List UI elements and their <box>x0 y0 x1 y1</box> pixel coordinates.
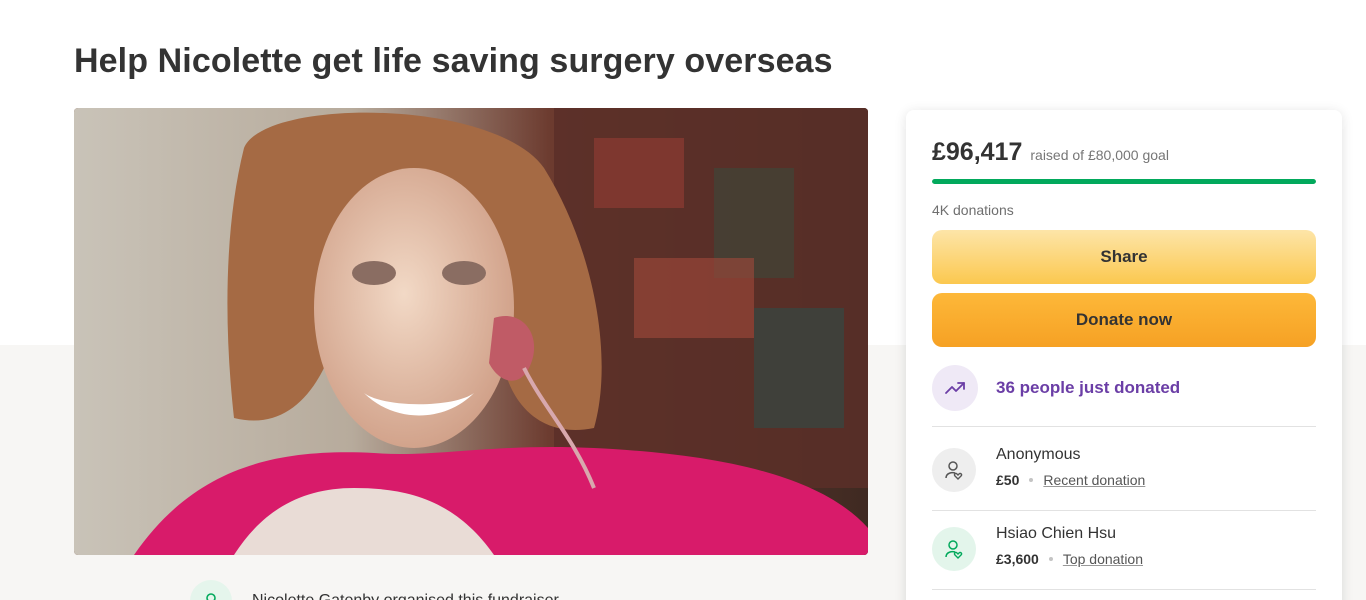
divider <box>932 510 1316 511</box>
progress-bar <box>932 179 1316 184</box>
donor-name: Hsiao Chien Hsu <box>996 525 1117 542</box>
user-heart-icon <box>932 527 976 571</box>
donor-name: Anonymous <box>996 446 1081 463</box>
recent-donors-trend: 36 people just donated <box>932 365 1180 411</box>
share-button[interactable]: Share <box>932 230 1316 284</box>
divider <box>932 426 1316 427</box>
donate-now-button[interactable]: Donate now <box>932 293 1316 347</box>
recent-donation-link[interactable]: Recent donation <box>1043 472 1145 488</box>
organizer-text: Nicolette Gatenby organised this fundrai… <box>252 592 559 600</box>
user-icon <box>190 580 232 600</box>
raised-summary: £96,417 raised of £80,000 goal <box>932 138 1169 167</box>
donation-amount: £50 <box>996 472 1020 488</box>
page-title: Help Nicolette get life saving surgery o… <box>74 42 833 80</box>
donation-item: Anonymous £50 Recent donation <box>932 446 1145 492</box>
goal-text: raised of £80,000 goal <box>1030 147 1169 163</box>
divider <box>932 589 1316 590</box>
raised-amount: £96,417 <box>932 138 1023 166</box>
campaign-photo-image <box>74 108 868 555</box>
top-donation-link[interactable]: Top donation <box>1063 551 1143 567</box>
progress-fill <box>932 179 1316 184</box>
separator-dot <box>1029 478 1034 482</box>
user-heart-icon <box>932 448 976 492</box>
donation-card: £96,417 raised of £80,000 goal 4K donati… <box>906 110 1342 600</box>
donation-amount: £3,600 <box>996 551 1039 567</box>
separator-dot <box>1048 557 1053 561</box>
trending-up-icon <box>932 365 978 411</box>
donation-item: Hsiao Chien Hsu £3,600 Top donation <box>932 525 1143 571</box>
organizer-row: Nicolette Gatenby organised this fundrai… <box>190 580 559 600</box>
trend-text: 36 people just donated <box>996 378 1181 397</box>
campaign-photo <box>74 108 868 555</box>
donation-count: 4K donations <box>932 202 1014 218</box>
